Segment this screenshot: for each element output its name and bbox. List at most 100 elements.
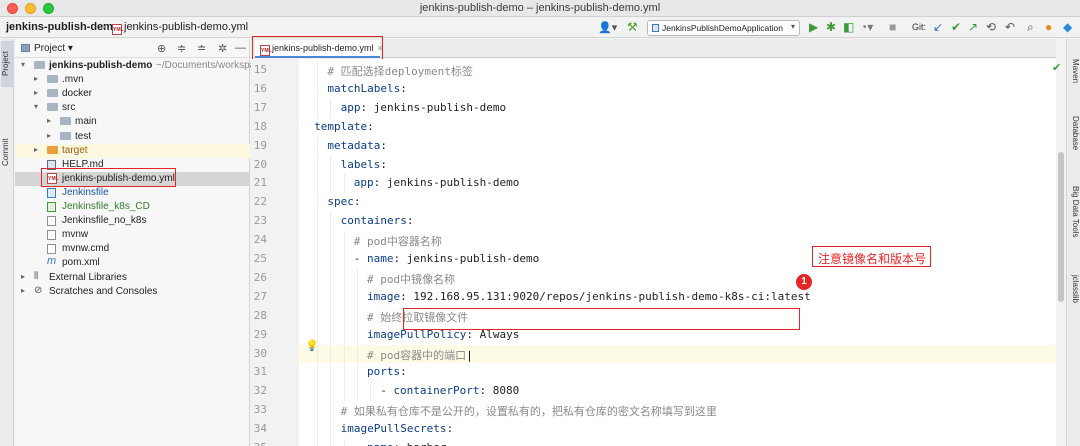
code-line[interactable]: ports: — [299, 363, 1056, 383]
indent-guide — [343, 250, 345, 269]
code-colon: : — [400, 365, 407, 379]
tool-tab-jclasslib[interactable]: jclasslib — [1068, 261, 1080, 317]
code-text: # 匹配选择deployment标签 — [327, 63, 472, 79]
breadcrumb-separator: › — [102, 21, 106, 33]
code-text: - containerPort: 8080 — [380, 384, 519, 397]
tree-item[interactable]: ▸ test — [15, 130, 250, 144]
code-line[interactable]: spec: — [299, 193, 1056, 213]
tree-item[interactable]: Jenkinsfile — [15, 186, 250, 200]
project-view-select[interactable]: Project ▾ — [21, 43, 73, 54]
debug-icon[interactable]: ✱ — [826, 20, 836, 34]
profile-icon[interactable]: ◔▾ — [860, 20, 873, 34]
chevron-right-icon[interactable]: ▸ — [47, 131, 51, 140]
tool-tab-project[interactable]: Project — [1, 41, 13, 87]
chevron-down-icon[interactable]: ▾ — [34, 102, 38, 111]
tool-tab-big-data-tools[interactable]: Big Data Tools — [1068, 171, 1080, 253]
chevron-down-icon[interactable]: ▾ — [21, 60, 25, 69]
vertical-scrollbar[interactable] — [1058, 152, 1064, 302]
tree-item[interactable]: ▸ docker — [15, 87, 250, 101]
stop-icon[interactable]: ■ — [889, 20, 896, 34]
folder-icon — [60, 131, 71, 140]
code-editor[interactable]: # 匹配选择deployment标签 matchLabels: app: jenki… — [299, 59, 1056, 446]
project-panel-header: Project ▾ ⊕ ≑ ≐ ✲ — — [15, 39, 249, 58]
tool-tab-maven[interactable]: Maven — [1068, 45, 1080, 97]
coverage-icon[interactable]: ◧ — [843, 20, 854, 34]
indent-guide — [317, 174, 319, 194]
highlight-box-file — [41, 168, 176, 187]
history-icon[interactable]: ⟲ — [986, 20, 996, 34]
code-line[interactable]: - name: harbor — [299, 439, 1056, 446]
tree-item[interactable]: ▸ ⫴ External Libraries — [15, 271, 250, 285]
indent-guide — [330, 363, 332, 383]
tree-item[interactable]: mvnw — [15, 228, 250, 242]
chevron-right-icon[interactable]: ▸ — [47, 116, 51, 125]
code-line[interactable]: image: 192.168.95.131:9020/repos/jenkins… — [299, 287, 1056, 307]
tree-item[interactable]: ▸ .mvn — [15, 73, 250, 87]
tree-item[interactable]: ▸ main — [15, 115, 250, 129]
git-push-icon[interactable]: ↗ — [968, 20, 978, 34]
chevron-right-icon[interactable]: ▸ — [34, 145, 38, 154]
jetbrains-icon[interactable]: ◆ — [1063, 20, 1072, 34]
code-line[interactable]: app: jenkins-publish-demo — [299, 174, 1056, 194]
indent-guide — [330, 401, 332, 421]
code-line[interactable]: labels: — [299, 155, 1056, 175]
expand-all-icon[interactable]: ≑ — [177, 42, 186, 55]
rollback-icon[interactable]: ↶ — [1005, 20, 1015, 34]
code-line[interactable]: # 匹配选择deployment标签 — [299, 61, 1056, 80]
run-icon[interactable]: ▶ — [809, 20, 818, 34]
tool-tab-commit[interactable]: Commit — [1, 129, 13, 175]
code-text: metadata: — [327, 139, 387, 152]
user-icon[interactable]: 👤▾ — [598, 21, 617, 34]
indent-guide — [356, 268, 358, 288]
line-number: 30 — [253, 346, 267, 360]
git-update-icon[interactable]: ↙ — [933, 20, 943, 34]
tree-item[interactable]: ▾ jenkins-publish-demo ~/Documents/workspa — [15, 59, 255, 73]
indent-guide — [317, 250, 319, 269]
tool-tab-database[interactable]: Database — [1068, 101, 1080, 165]
tree-item[interactable]: ▾ src — [15, 101, 250, 115]
code-text: spec: — [327, 195, 360, 208]
chevron-right-icon[interactable]: ▸ — [21, 272, 25, 281]
tree-item[interactable]: Jenkinsfile_k8s_CD — [15, 200, 250, 214]
chevron-right-icon[interactable]: ▸ — [34, 88, 38, 97]
run-config-label: JenkinsPublishDemoApplication — [662, 23, 783, 33]
code-line[interactable]: # pod中容器名称 — [299, 231, 1056, 250]
code-text: # pod中容器名称 — [354, 233, 442, 249]
code-line[interactable]: template: — [299, 118, 1056, 137]
code-line[interactable]: # pod中镜像名称 — [299, 268, 1056, 288]
code-line[interactable]: containers: — [299, 212, 1056, 232]
tree-item-label: mvnw.cmd — [62, 243, 110, 255]
chevron-right-icon[interactable]: ▸ — [34, 74, 38, 83]
run-config-select[interactable]: JenkinsPublishDemoApplication ▾ — [647, 20, 800, 36]
settings-icon[interactable]: ● — [1045, 20, 1052, 34]
hide-panel-icon[interactable]: — — [235, 42, 246, 54]
gear-icon[interactable]: ✲ — [218, 42, 227, 55]
scratches-icon: ⊘ — [34, 284, 43, 296]
code-line[interactable]: - name: jenkins-publish-demo — [299, 250, 1056, 269]
git-commit-icon[interactable]: ✔ — [951, 20, 961, 34]
indent-guide — [317, 193, 319, 213]
code-line[interactable]: imagePullSecrets: — [299, 420, 1056, 439]
lightbulb-icon[interactable]: 💡 — [305, 339, 319, 352]
chevron-right-icon[interactable]: ▸ — [21, 286, 25, 295]
code-line[interactable]: - containerPort: 8080 — [299, 382, 1056, 402]
collapse-all-icon[interactable]: ≐ — [197, 42, 206, 55]
tree-item[interactable]: m pom.xml — [15, 255, 250, 270]
inspection-ok-icon[interactable]: ✔ — [1052, 61, 1061, 74]
tree-item[interactable]: ▸ ⊘ Scratches and Consoles — [15, 285, 250, 299]
code-line[interactable]: matchLabels: — [299, 79, 1056, 99]
code-line[interactable]: metadata: — [299, 136, 1056, 156]
tree-item[interactable]: mvnw.cmd — [15, 242, 250, 256]
breadcrumb-file[interactable]: YMLjenkins-publish-demo.yml — [112, 21, 248, 35]
code-line[interactable]: # pod容器中的端口| — [299, 344, 1056, 364]
tree-item[interactable]: Jenkinsfile_no_k8s — [15, 214, 250, 228]
code-line[interactable]: app: jenkins-publish-demo — [299, 98, 1056, 118]
search-icon[interactable]: ⌕ — [1027, 20, 1034, 35]
tree-item[interactable]: ▸ target — [15, 143, 250, 158]
window-title: jenkins-publish-demo – jenkins-publish-d… — [419, 2, 661, 14]
locate-icon[interactable]: ⊕ — [157, 42, 166, 55]
indent-guide — [330, 344, 332, 364]
hammer-icon[interactable]: ⚒ — [627, 20, 638, 34]
code-line[interactable]: # 如果私有仓库不是公开的，设置私有的，把私有仓库的密文名称填写到这里 — [299, 401, 1056, 421]
folder-icon — [47, 75, 58, 84]
